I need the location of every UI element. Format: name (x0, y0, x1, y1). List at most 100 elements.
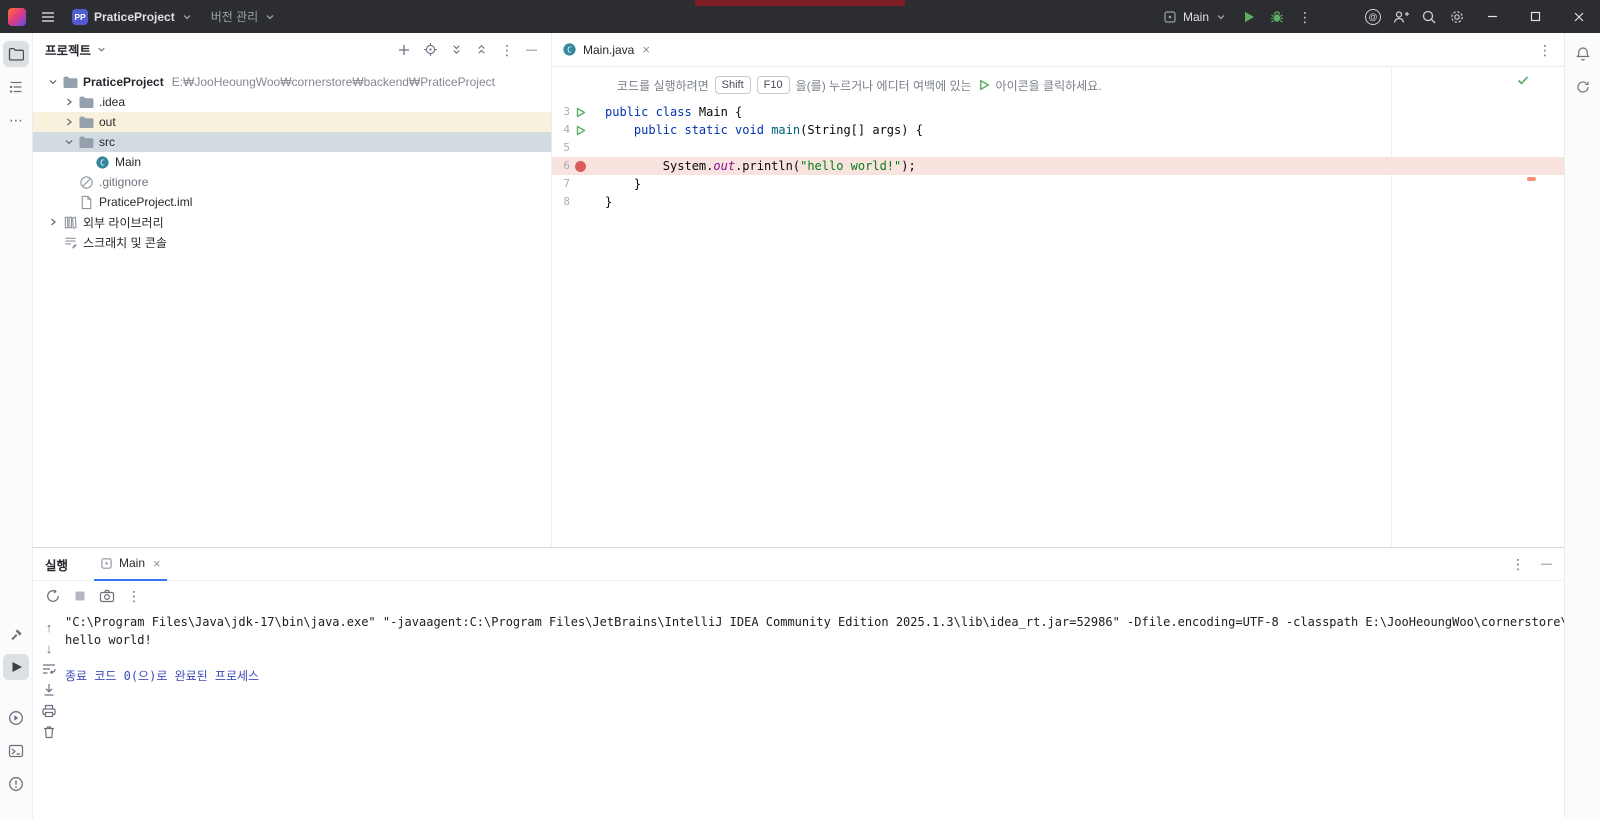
soft-wrap-button[interactable] (41, 661, 57, 677)
code-with-me-button[interactable] (1387, 4, 1415, 30)
project-panel-title[interactable]: 프로젝트 (45, 40, 91, 59)
tree-item-out[interactable]: out (33, 112, 551, 132)
settings-button[interactable] (1443, 4, 1471, 30)
more-run-actions-button[interactable]: ⋮ (1291, 4, 1319, 30)
vcs-widget[interactable]: 버전 관리 (203, 4, 285, 30)
tree-item-label: PraticeProject.iml (99, 195, 193, 209)
project-widget[interactable]: PP PraticeProject (64, 4, 201, 30)
tree-item-project-root[interactable]: PraticeProject E:₩JooHeoungWoo₩cornersto… (33, 72, 551, 92)
hide-run-panel-button[interactable]: — (1541, 558, 1552, 570)
banner-text: 코드를 실행하려면 (617, 78, 709, 93)
camera-button[interactable] (99, 588, 115, 604)
code-line-5[interactable]: 5 (552, 139, 1564, 157)
stop-button[interactable] (73, 589, 87, 603)
code-text[interactable]: public static void main(String[] args) { (590, 121, 923, 139)
tree-item-iml-file[interactable]: PraticeProject.iml (33, 192, 551, 212)
tree-item-label: .idea (99, 95, 126, 109)
run-tab-main[interactable]: Main × (94, 548, 167, 581)
play-icon (1245, 11, 1254, 22)
problems-toolwindow-button[interactable] (3, 771, 29, 797)
code-text[interactable]: } (590, 175, 641, 193)
left-toolwindow-bar: ⋯ (0, 33, 33, 818)
error-stripe-mark[interactable] (1527, 177, 1536, 181)
close-tab-icon[interactable]: × (642, 43, 650, 56)
run-button[interactable] (1235, 4, 1263, 30)
code-line-6[interactable]: 6 System.out.println("hello world!"); (552, 157, 1564, 175)
chevron-down-icon[interactable] (61, 137, 77, 147)
expand-all-button[interactable] (450, 43, 463, 56)
search-everywhere-button[interactable] (1415, 4, 1443, 30)
main-menu-button[interactable] (34, 4, 62, 30)
run-line-icon[interactable] (570, 121, 590, 139)
editor-tab-main-java[interactable]: C Main.java × (552, 33, 658, 67)
rerun-button[interactable] (45, 588, 61, 604)
tree-item-main-class[interactable]: C Main (33, 152, 551, 172)
notifications-button[interactable] (1570, 41, 1596, 67)
editor-options-button[interactable]: ⋮ (1538, 43, 1552, 57)
run-toolwindow-button[interactable] (3, 654, 29, 680)
at-icon: @ (1365, 8, 1381, 25)
tree-item-idea[interactable]: .idea (33, 92, 551, 112)
add-button[interactable] (397, 43, 411, 57)
run-line-icon[interactable] (570, 103, 590, 121)
chevron-right-icon[interactable] (45, 217, 61, 227)
minimize-button[interactable] (1471, 0, 1514, 33)
minimize-icon (1488, 15, 1497, 18)
copilot-button[interactable]: @ (1359, 4, 1387, 30)
tree-item-gitignore[interactable]: .gitignore (33, 172, 551, 192)
run-panel-title[interactable]: 실행 (45, 555, 68, 574)
close-button[interactable] (1557, 0, 1600, 33)
shift-key-badge: Shift (714, 76, 751, 94)
print-button[interactable] (41, 703, 57, 719)
code-line-4[interactable]: 4 public static void main(String[] args)… (552, 121, 1564, 139)
project-toolwindow-button[interactable] (3, 41, 29, 67)
folder-icon (77, 134, 95, 150)
prev-occurrence-button[interactable]: ↑ (46, 619, 53, 635)
code-text[interactable]: } (590, 193, 612, 211)
console-line-stdout: hello world! (65, 633, 152, 647)
build-toolwindow-button[interactable] (3, 621, 29, 647)
chevron-right-icon[interactable] (61, 97, 77, 107)
debug-button[interactable] (1263, 4, 1291, 30)
code-line-3[interactable]: 3 public class Main { (552, 103, 1564, 121)
inspections-ok-icon[interactable] (1516, 73, 1530, 87)
run-config-widget[interactable]: Main (1155, 4, 1235, 30)
more-toolwindows-button[interactable]: ⋯ (3, 107, 29, 133)
chevron-down-icon[interactable] (96, 44, 107, 55)
scroll-to-end-button[interactable] (41, 682, 57, 698)
next-occurrence-button[interactable]: ↓ (46, 640, 53, 656)
maximize-button[interactable] (1514, 0, 1557, 33)
tree-item-external-libraries[interactable]: 외부 라이브러리 (33, 212, 551, 232)
code-text[interactable]: public class Main { (590, 103, 742, 121)
run-panel-header: 실행 Main × ⋮ — (33, 548, 1564, 581)
clear-console-button[interactable] (41, 724, 57, 740)
hide-panel-button[interactable]: — (526, 44, 537, 56)
library-icon (61, 215, 79, 230)
maximize-icon (1530, 11, 1541, 22)
run-panel-options-button[interactable]: ⋮ (1511, 557, 1525, 571)
tree-item-scratches[interactable]: 스크래치 및 콘솔 (33, 232, 551, 252)
app-config-icon (1164, 10, 1176, 23)
structure-toolwindow-button[interactable] (3, 74, 29, 100)
breakpoint-icon[interactable] (570, 157, 590, 175)
panel-options-button[interactable]: ⋮ (500, 43, 514, 57)
code-line-7[interactable]: 7 } (552, 175, 1564, 193)
console-options-button[interactable]: ⋮ (127, 589, 141, 603)
services-toolwindow-button[interactable] (3, 705, 29, 731)
close-run-tab-icon[interactable]: × (153, 557, 161, 570)
console-toolbar: ↑ ↓ (33, 611, 65, 818)
project-name: PraticeProject (94, 9, 175, 24)
project-panel: 프로젝트 ⋮ — PraticeProject E:₩JooHeoungWoo₩… (33, 33, 552, 547)
collapse-all-button[interactable] (475, 43, 488, 56)
locate-file-button[interactable] (423, 42, 438, 57)
ai-assistant-button[interactable] (1570, 74, 1596, 100)
code-text[interactable] (590, 139, 605, 157)
tree-item-src[interactable]: src (33, 132, 551, 152)
code-text[interactable]: System.out.println("hello world!"); (590, 157, 916, 175)
java-class-icon: C (563, 43, 576, 56)
chevron-right-icon[interactable] (61, 117, 77, 127)
code-line-8[interactable]: 8} (552, 193, 1564, 211)
terminal-toolwindow-button[interactable] (3, 738, 29, 764)
console-output[interactable]: "C:\Program Files\Java\jdk-17\bin\java.e… (65, 611, 1564, 818)
chevron-down-icon[interactable] (45, 77, 61, 87)
